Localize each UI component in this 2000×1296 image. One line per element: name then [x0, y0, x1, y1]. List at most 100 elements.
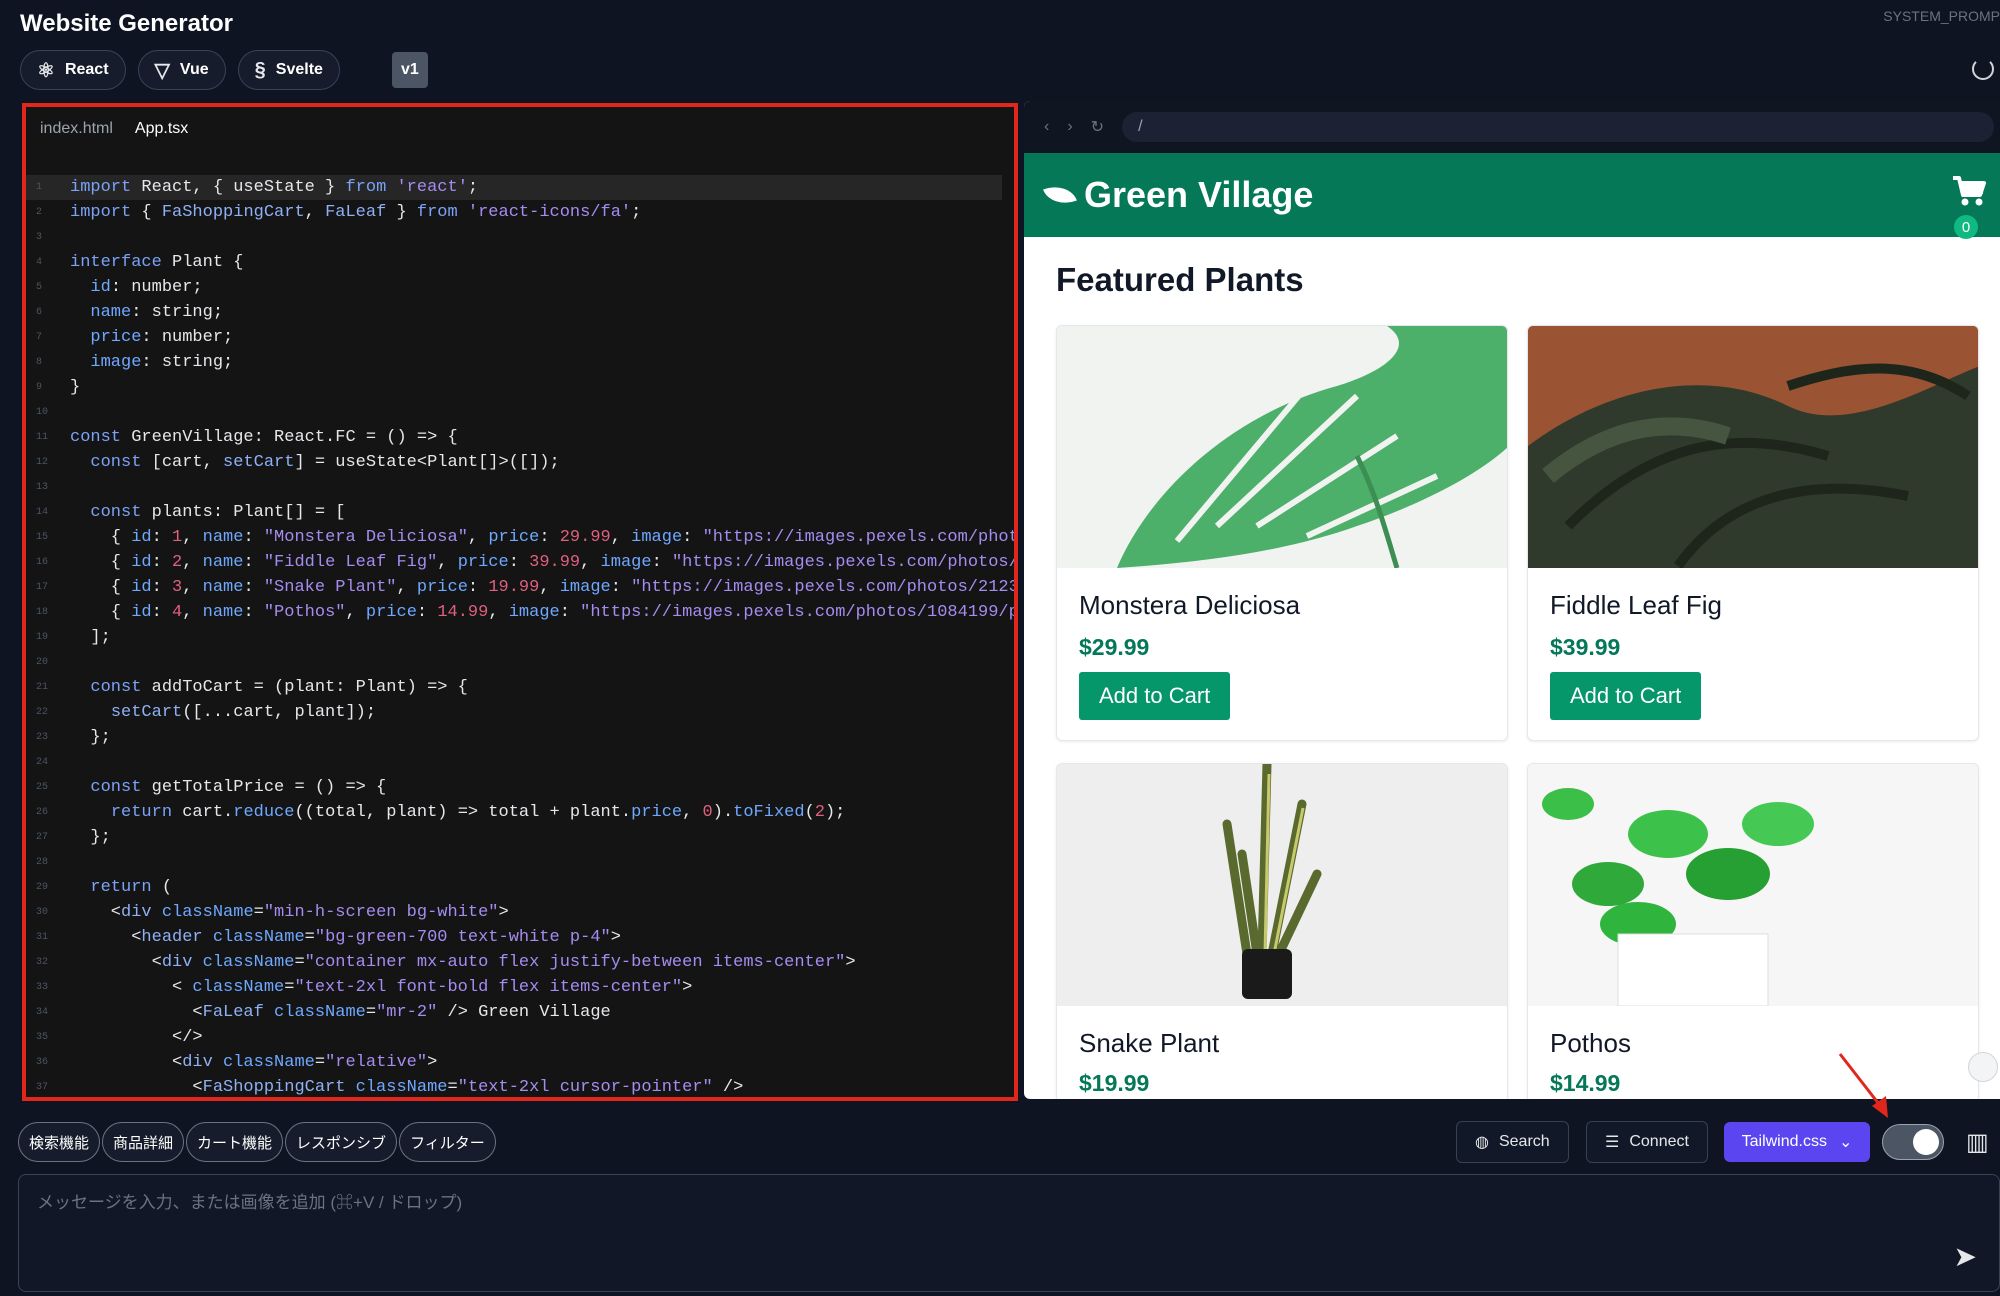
code-line[interactable]: 31 <header className="bg-green-700 text-…: [26, 925, 1014, 950]
code-text: < className="text-2xl font-bold flex ite…: [70, 978, 693, 997]
code-line[interactable]: 35 </>: [26, 1025, 1014, 1050]
code-line[interactable]: 3: [26, 225, 1014, 250]
forward-icon[interactable]: ›: [1067, 118, 1072, 136]
line-number: 13: [36, 482, 49, 493]
line-number: 18: [36, 607, 49, 618]
code-line[interactable]: 9}: [26, 375, 1014, 400]
mode-toggle[interactable]: [1882, 1124, 1944, 1160]
chip-search-feature[interactable]: 検索機能: [18, 1122, 101, 1162]
version-badge[interactable]: v1: [391, 52, 428, 88]
code-line[interactable]: 26 return cart.reduce((total, plant) => …: [26, 800, 1014, 825]
tab-app-tsx[interactable]: App.tsx: [135, 120, 188, 138]
code-line[interactable]: 10: [26, 400, 1014, 425]
vue-button[interactable]: ▽ Vue: [137, 50, 226, 90]
code-text: const addToCart = (plant: Plant) => {: [90, 678, 468, 697]
product-card: Snake Plant $19.99: [1056, 763, 1508, 1099]
line-number: 11: [36, 432, 49, 443]
product-image-monstera: [1057, 326, 1507, 568]
svelte-label: Svelte: [275, 61, 323, 78]
code-line[interactable]: 18 { id: 4, name: "Pothos", price: 14.99…: [26, 600, 1014, 625]
code-line[interactable]: 29 return (: [26, 875, 1014, 900]
code-line[interactable]: 19 ];: [26, 625, 1014, 650]
code-text: <div className="min-h-screen bg-white">: [70, 903, 509, 922]
building-icon[interactable]: ▥: [1966, 1128, 1989, 1157]
cart-icon[interactable]: [1952, 175, 1986, 207]
code-line[interactable]: 1 import React, { useState } from 'react'…: [26, 175, 1002, 200]
code-line[interactable]: 30 <div className="min-h-screen bg-white…: [26, 900, 1014, 925]
reload-icon[interactable]: ↻: [1091, 117, 1104, 137]
chip-product-detail[interactable]: 商品詳細: [102, 1122, 185, 1162]
code-line[interactable]: 4 interface Plant {: [26, 250, 1014, 275]
refresh-icon[interactable]: [1972, 58, 1994, 80]
code-line[interactable]: 22 setCart([...cart, plant]);: [26, 700, 1014, 725]
code-line[interactable]: 21 const addToCart = (plant: Plant) => {: [26, 675, 1014, 700]
code-text: <header className="bg-green-700 text-whi…: [70, 928, 621, 947]
line-number: 37: [36, 1082, 49, 1093]
code-line[interactable]: 33 < className="text-2xl font-bold flex …: [26, 975, 1014, 1000]
code-line[interactable]: 27 };: [26, 825, 1014, 850]
line-number: 28: [36, 857, 49, 868]
back-icon[interactable]: ‹: [1044, 118, 1049, 136]
code-line[interactable]: 8 image: string;: [26, 350, 1014, 375]
code-line[interactable]: 6 name: string;: [26, 300, 1014, 325]
line-number: 6: [36, 307, 43, 318]
code-text: import { FaShoppingCart, FaLeaf } from '…: [70, 203, 642, 222]
line-number: 21: [36, 682, 49, 693]
code-line[interactable]: 36 <div className="relative">: [26, 1050, 1014, 1075]
code-line[interactable]: 12 const [cart, setCart] = useState<Plan…: [26, 450, 1014, 475]
code-line[interactable]: 34 <FaLeaf className="mr-2" /> Green Vil…: [26, 1000, 1014, 1025]
code-line[interactable]: 28: [26, 850, 1014, 875]
connect-button[interactable]: ☰ Connect: [1586, 1121, 1708, 1163]
tab-index-html[interactable]: index.html: [40, 120, 113, 138]
code-line[interactable]: 11 const GreenVillage: React.FC = () => {: [26, 425, 1014, 450]
connect-label: Connect: [1629, 1133, 1689, 1150]
preview-pane: ‹ › ↻ / Green Village 0 Featured Plants …: [1024, 101, 2000, 1099]
line-number: 7: [36, 332, 43, 343]
code-line[interactable]: 23 };: [26, 725, 1014, 750]
code-text: id: number;: [90, 278, 203, 297]
code-text: </>: [70, 1028, 203, 1047]
code-line[interactable]: 7 price: number;: [26, 325, 1014, 350]
code-text: <div className="relative">: [70, 1053, 438, 1072]
code-area[interactable]: 1 import React, { useState } from 'react'…: [26, 175, 1014, 1097]
message-input[interactable]: [37, 1193, 1837, 1213]
code-line[interactable]: 16 { id: 2, name: "Fiddle Leaf Fig", pri…: [26, 550, 1014, 575]
svelte-button[interactable]: § Svelte: [237, 50, 340, 90]
line-number: 29: [36, 882, 49, 893]
code-line[interactable]: 14 const plants: Plant[] = [: [26, 500, 1014, 525]
chip-cart-feature[interactable]: カート機能: [186, 1122, 284, 1162]
code-line[interactable]: 2 import { FaShoppingCart, FaLeaf } from …: [26, 200, 1014, 225]
code-line[interactable]: 32 <div className="container mx-auto fle…: [26, 950, 1014, 975]
product-price: $14.99: [1550, 1070, 1621, 1096]
product-price: $29.99: [1079, 634, 1150, 660]
add-to-cart-button[interactable]: Add to Cart: [1550, 672, 1702, 720]
line-number: 17: [36, 582, 49, 593]
code-line[interactable]: 37 <FaShoppingCart className="text-2xl c…: [26, 1075, 1014, 1097]
code-text: }: [70, 378, 81, 397]
fullscreen-icon[interactable]: [1968, 1052, 1998, 1082]
line-number: 4: [36, 257, 43, 268]
url-input[interactable]: /: [1122, 112, 1994, 142]
leaf-icon: [1043, 179, 1077, 211]
react-button[interactable]: ⚛ React: [20, 50, 126, 90]
add-to-cart-button[interactable]: Add to Cart: [1079, 672, 1231, 720]
line-number: 22: [36, 707, 49, 718]
chip-responsive[interactable]: レスポンシブ: [285, 1122, 398, 1162]
chip-filter[interactable]: フィルター: [399, 1122, 496, 1162]
css-framework-label: Tailwind.css: [1741, 1133, 1827, 1150]
site-header: Green Village 0: [1024, 153, 2000, 239]
code-line[interactable]: 25 const getTotalPrice = () => {: [26, 775, 1014, 800]
code-line[interactable]: 13: [26, 475, 1014, 500]
send-icon[interactable]: ➤: [1954, 1240, 1977, 1273]
code-line[interactable]: 24: [26, 750, 1014, 775]
code-line[interactable]: 17 { id: 3, name: "Snake Plant", price: …: [26, 575, 1014, 600]
code-line[interactable]: 5 id: number;: [26, 275, 1014, 300]
code-line[interactable]: 15 { id: 1, name: "Monstera Deliciosa", …: [26, 525, 1014, 550]
code-line[interactable]: 20: [26, 650, 1014, 675]
line-number: 33: [36, 982, 49, 993]
react-label: React: [64, 61, 109, 78]
css-framework-select[interactable]: Tailwind.css ⌄: [1724, 1122, 1870, 1162]
system-prompt-label[interactable]: SYSTEM_PROMP: [1883, 8, 2000, 24]
code-editor[interactable]: index.html App.tsx 1 import React, { useS…: [22, 103, 1018, 1101]
search-button[interactable]: ◍ Search: [1456, 1121, 1569, 1163]
